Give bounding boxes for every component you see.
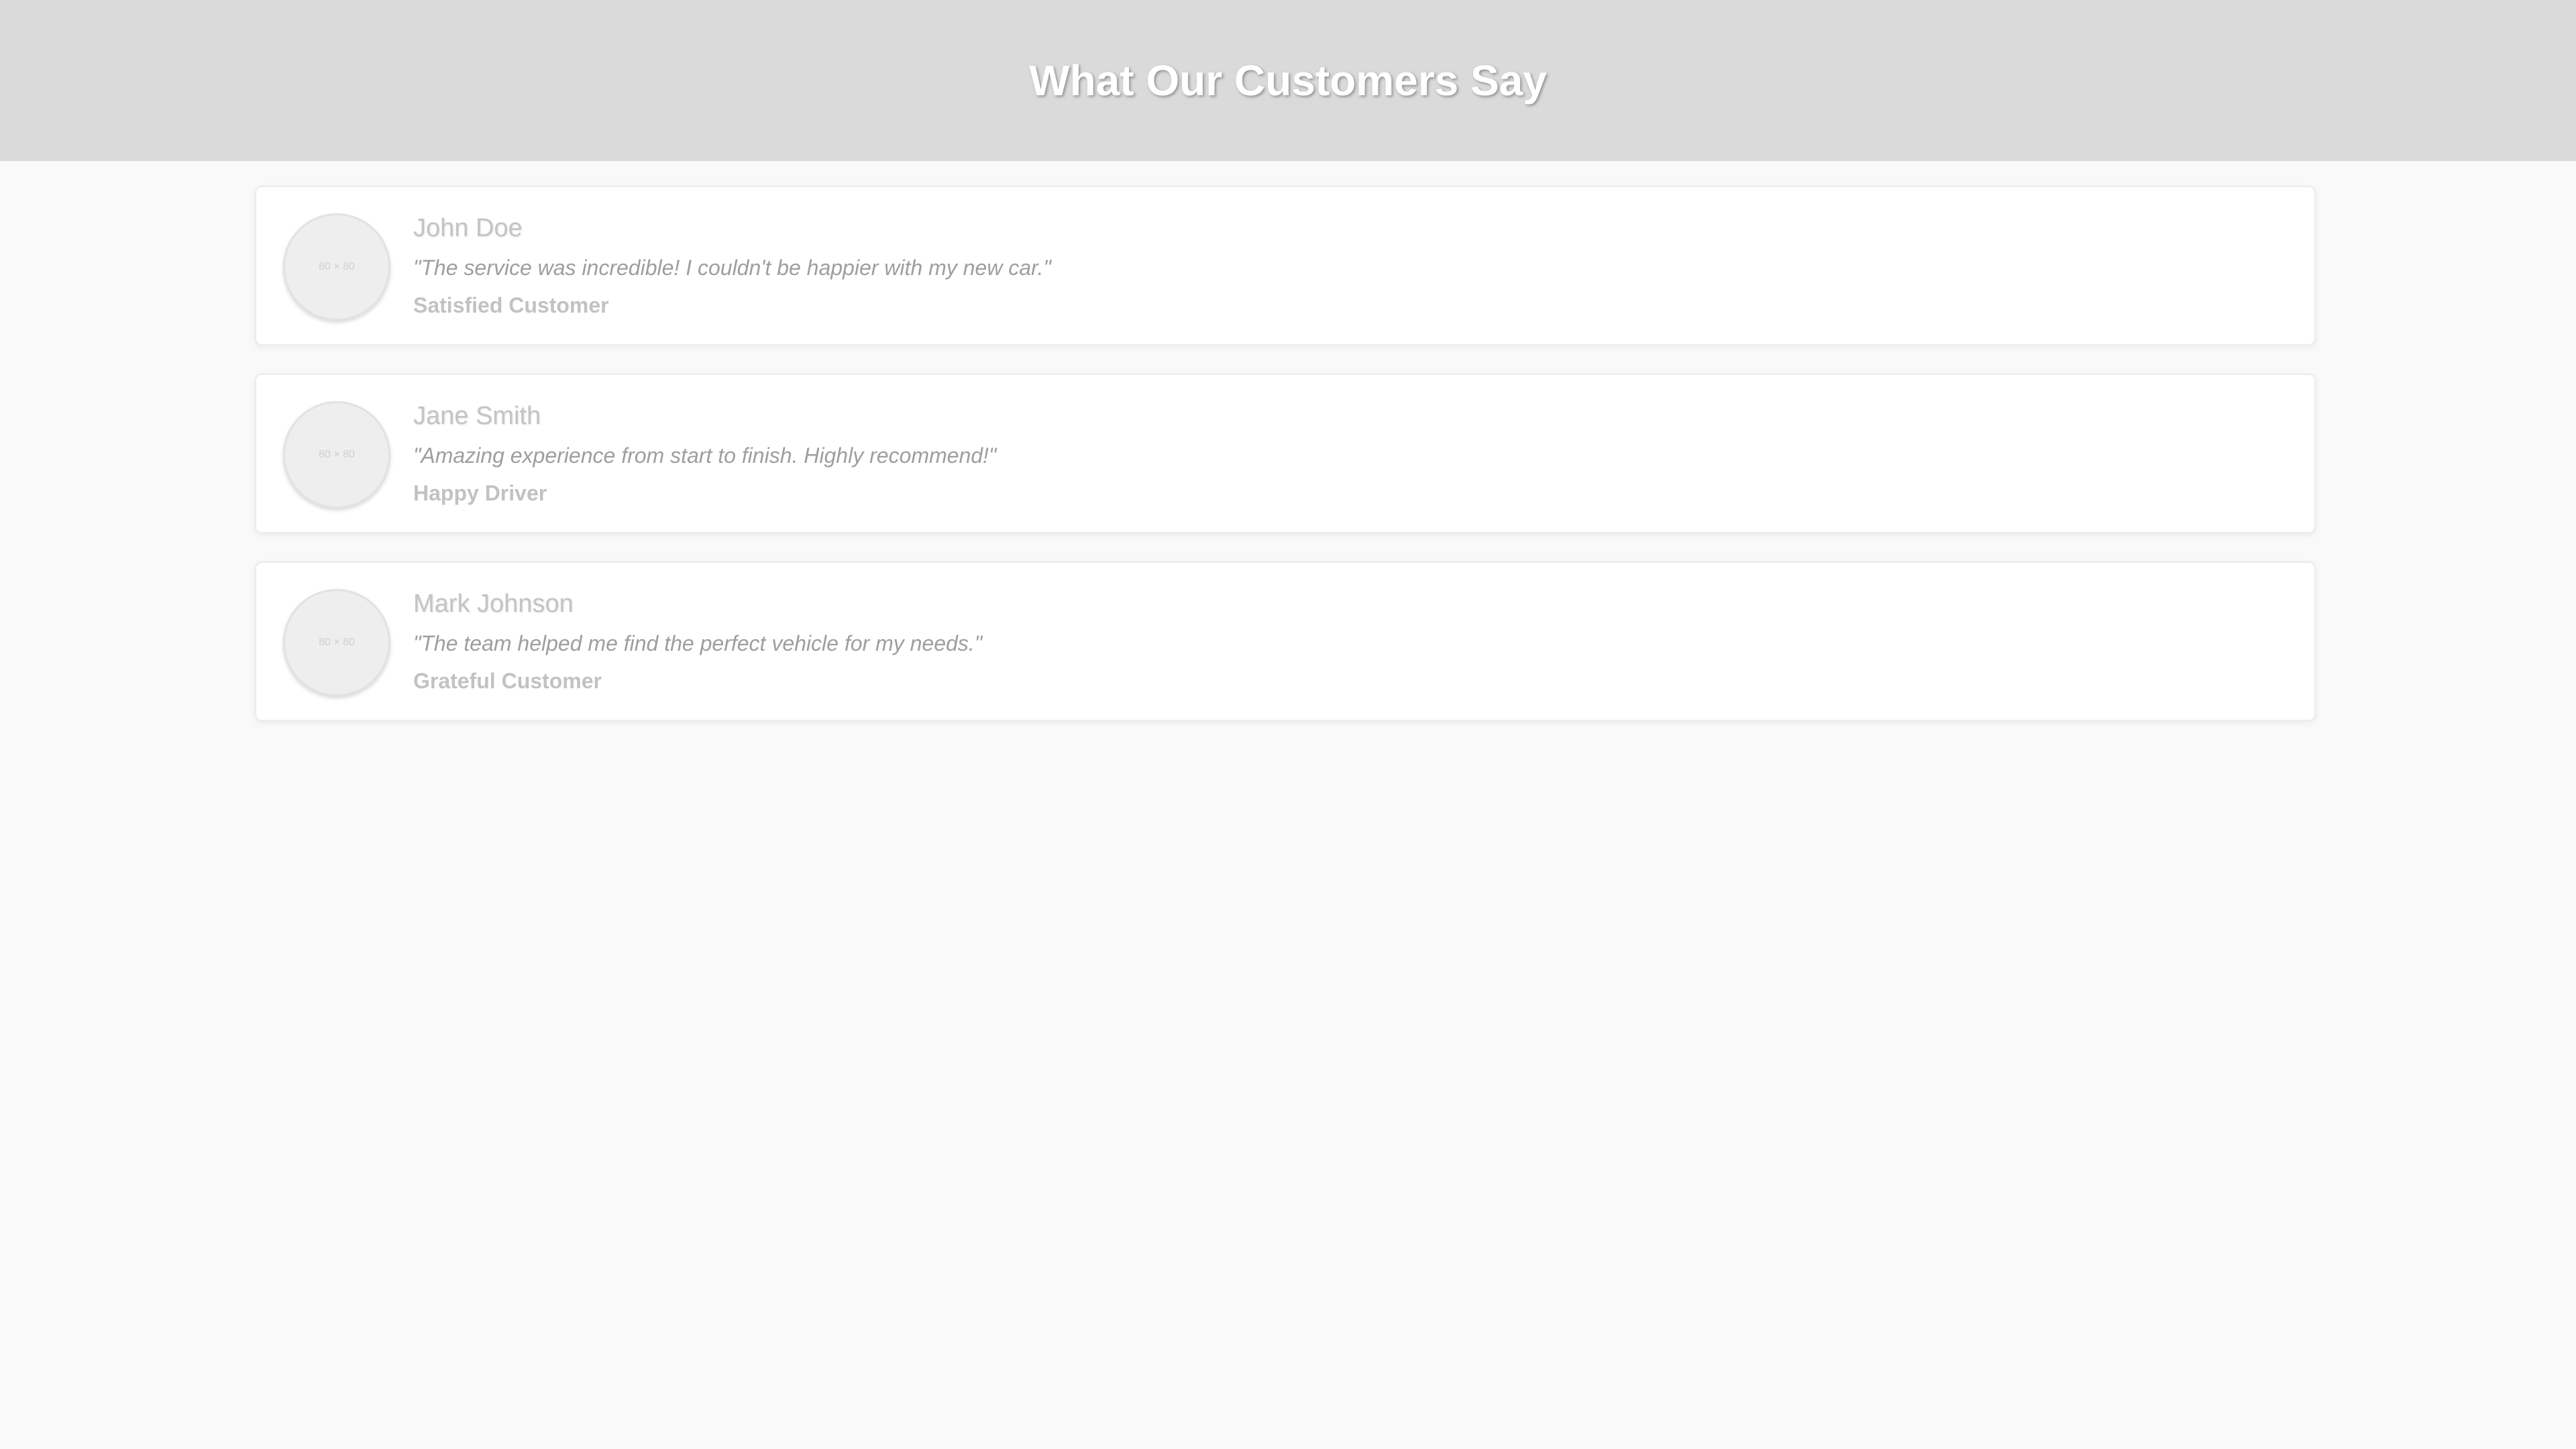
avatar: 80 × 80 bbox=[283, 213, 390, 321]
customer-name: John Doe bbox=[413, 214, 523, 242]
testimonial-card: 80 × 80 Jane Smith "Amazing experience f… bbox=[255, 374, 2316, 533]
testimonial-quote: "Amazing experience from start to finish… bbox=[413, 443, 997, 468]
testimonial-content: Jane Smith "Amazing experience from star… bbox=[413, 400, 996, 506]
page-title: What Our Customers Say bbox=[1029, 56, 1547, 105]
testimonial-card: 80 × 80 John Doe "The service was incred… bbox=[255, 186, 2316, 345]
testimonial-content: John Doe "The service was incredible! I … bbox=[413, 213, 1051, 319]
avatar: 80 × 80 bbox=[283, 589, 390, 696]
testimonial-content: Mark Johnson "The team helped me find th… bbox=[413, 588, 982, 694]
testimonial-list: 80 × 80 John Doe "The service was incred… bbox=[255, 186, 2316, 749]
avatar: 80 × 80 bbox=[283, 401, 390, 508]
testimonial-quote: "The service was incredible! I couldn't … bbox=[413, 256, 1051, 280]
customer-name: Jane Smith bbox=[413, 402, 541, 430]
customer-name: Mark Johnson bbox=[413, 590, 574, 618]
page-header: What Our Customers Say bbox=[0, 0, 2576, 161]
customer-role: Satisfied Customer bbox=[413, 293, 609, 317]
testimonial-quote: "The team helped me find the perfect veh… bbox=[413, 631, 983, 655]
customer-role: Happy Driver bbox=[413, 481, 547, 505]
testimonial-card: 80 × 80 Mark Johnson "The team helped me… bbox=[255, 561, 2316, 721]
customer-role: Grateful Customer bbox=[413, 669, 602, 693]
